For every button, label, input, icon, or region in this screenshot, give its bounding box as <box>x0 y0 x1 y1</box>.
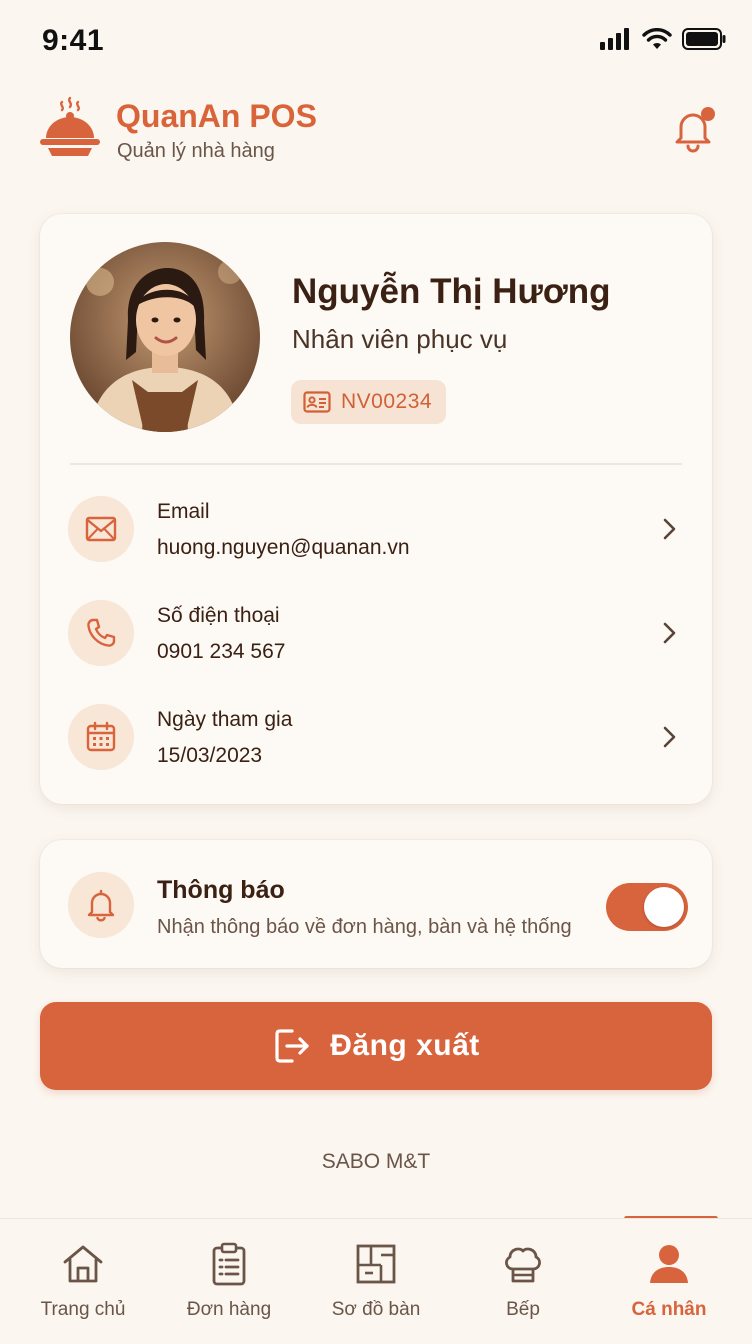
chevron-right-icon <box>663 518 676 540</box>
email-value: huong.nguyen@quanan.vn <box>157 536 410 559</box>
email-label: Email <box>157 500 210 523</box>
mail-icon <box>85 516 117 542</box>
phone-row[interactable]: Số điện thoại 0901 234 567 <box>68 600 688 672</box>
bell-icon <box>87 889 115 922</box>
notification-settings-card: Thông báo Nhận thông báo về đơn hàng, bà… <box>40 840 712 968</box>
nav-item-kitchen[interactable]: Bếp <box>448 1219 598 1344</box>
app-header: QuanAn POS Quản lý nhà hàng <box>0 88 752 178</box>
bottom-nav: Trang chủ Đơn hàng Sơ đồ bàn Bếp Cá nhân <box>0 1218 752 1344</box>
profile-card: Nguyễn Thị Hương Nhân viên phục vụ NV002… <box>40 214 712 804</box>
employee-id-badge: NV00234 <box>291 380 447 424</box>
logout-button[interactable]: Đăng xuất <box>40 1002 712 1090</box>
nav-item-home[interactable]: Trang chủ <box>8 1219 158 1344</box>
nav-label-orders: Đơn hàng <box>186 1299 272 1320</box>
nav-label-floor-plan: Sơ đồ bàn <box>331 1299 421 1320</box>
wifi-icon <box>642 28 672 49</box>
clipboard-icon <box>212 1242 246 1286</box>
app-subtitle: Quản lý nhà hàng <box>117 140 275 162</box>
join-date-row[interactable]: Ngày tham gia 15/03/2023 <box>68 704 688 776</box>
email-row[interactable]: Email huong.nguyen@quanan.vn <box>68 496 688 568</box>
cloche-logo-icon <box>40 96 100 156</box>
calendar-icon-circle <box>68 704 134 770</box>
chef-hat-icon <box>505 1247 541 1283</box>
signal-icon <box>600 28 629 50</box>
app-title: QuanAn POS <box>116 98 317 134</box>
profile-screen: 9:41 QuanAn POS Quản lý nhà hàng Nguyễn … <box>0 0 752 1344</box>
status-bar: 9:41 <box>0 0 752 82</box>
join-date-label: Ngày tham gia <box>157 708 293 731</box>
nav-item-orders[interactable]: Đơn hàng <box>154 1219 304 1344</box>
toggle-knob <box>644 887 684 927</box>
notification-description: Nhận thông báo về đơn hàng, bàn và hệ th… <box>157 916 572 938</box>
status-time: 9:41 <box>42 24 105 57</box>
battery-icon <box>682 28 726 50</box>
notification-icon-circle <box>68 872 134 938</box>
calendar-icon <box>86 721 116 752</box>
profile-role: Nhân viên phục vụ <box>292 324 508 354</box>
notification-bell-icon[interactable] <box>668 104 718 154</box>
email-icon-circle <box>68 496 134 562</box>
id-card-icon <box>303 391 331 413</box>
nav-item-profile[interactable]: Cá nhân <box>594 1219 744 1344</box>
phone-icon-circle <box>68 600 134 666</box>
nav-label-home: Trang chủ <box>40 1299 126 1320</box>
chevron-right-icon <box>663 726 676 748</box>
logout-icon <box>275 1029 309 1063</box>
nav-label-profile: Cá nhân <box>631 1299 707 1320</box>
nav-item-floor-plan[interactable]: Sơ đồ bàn <box>301 1219 451 1344</box>
nav-label-kitchen: Bếp <box>506 1299 540 1320</box>
footer-brand: SABO M&T <box>321 1150 431 1173</box>
status-icons <box>600 28 726 50</box>
phone-value: 0901 234 567 <box>157 640 286 663</box>
phone-icon <box>87 618 116 647</box>
person-icon <box>650 1245 688 1283</box>
divider <box>70 463 682 465</box>
avatar <box>70 242 260 432</box>
profile-name: Nguyễn Thị Hương <box>292 272 611 311</box>
logout-label: Đăng xuất <box>330 1029 480 1062</box>
notification-title: Thông báo <box>157 876 285 904</box>
floorplan-icon <box>356 1244 396 1284</box>
chevron-right-icon <box>663 622 676 644</box>
notification-toggle[interactable] <box>606 883 688 931</box>
home-icon <box>63 1245 103 1283</box>
join-date-value: 15/03/2023 <box>157 744 263 767</box>
phone-label: Số điện thoại <box>157 604 280 627</box>
employee-id: NV00234 <box>341 390 433 413</box>
